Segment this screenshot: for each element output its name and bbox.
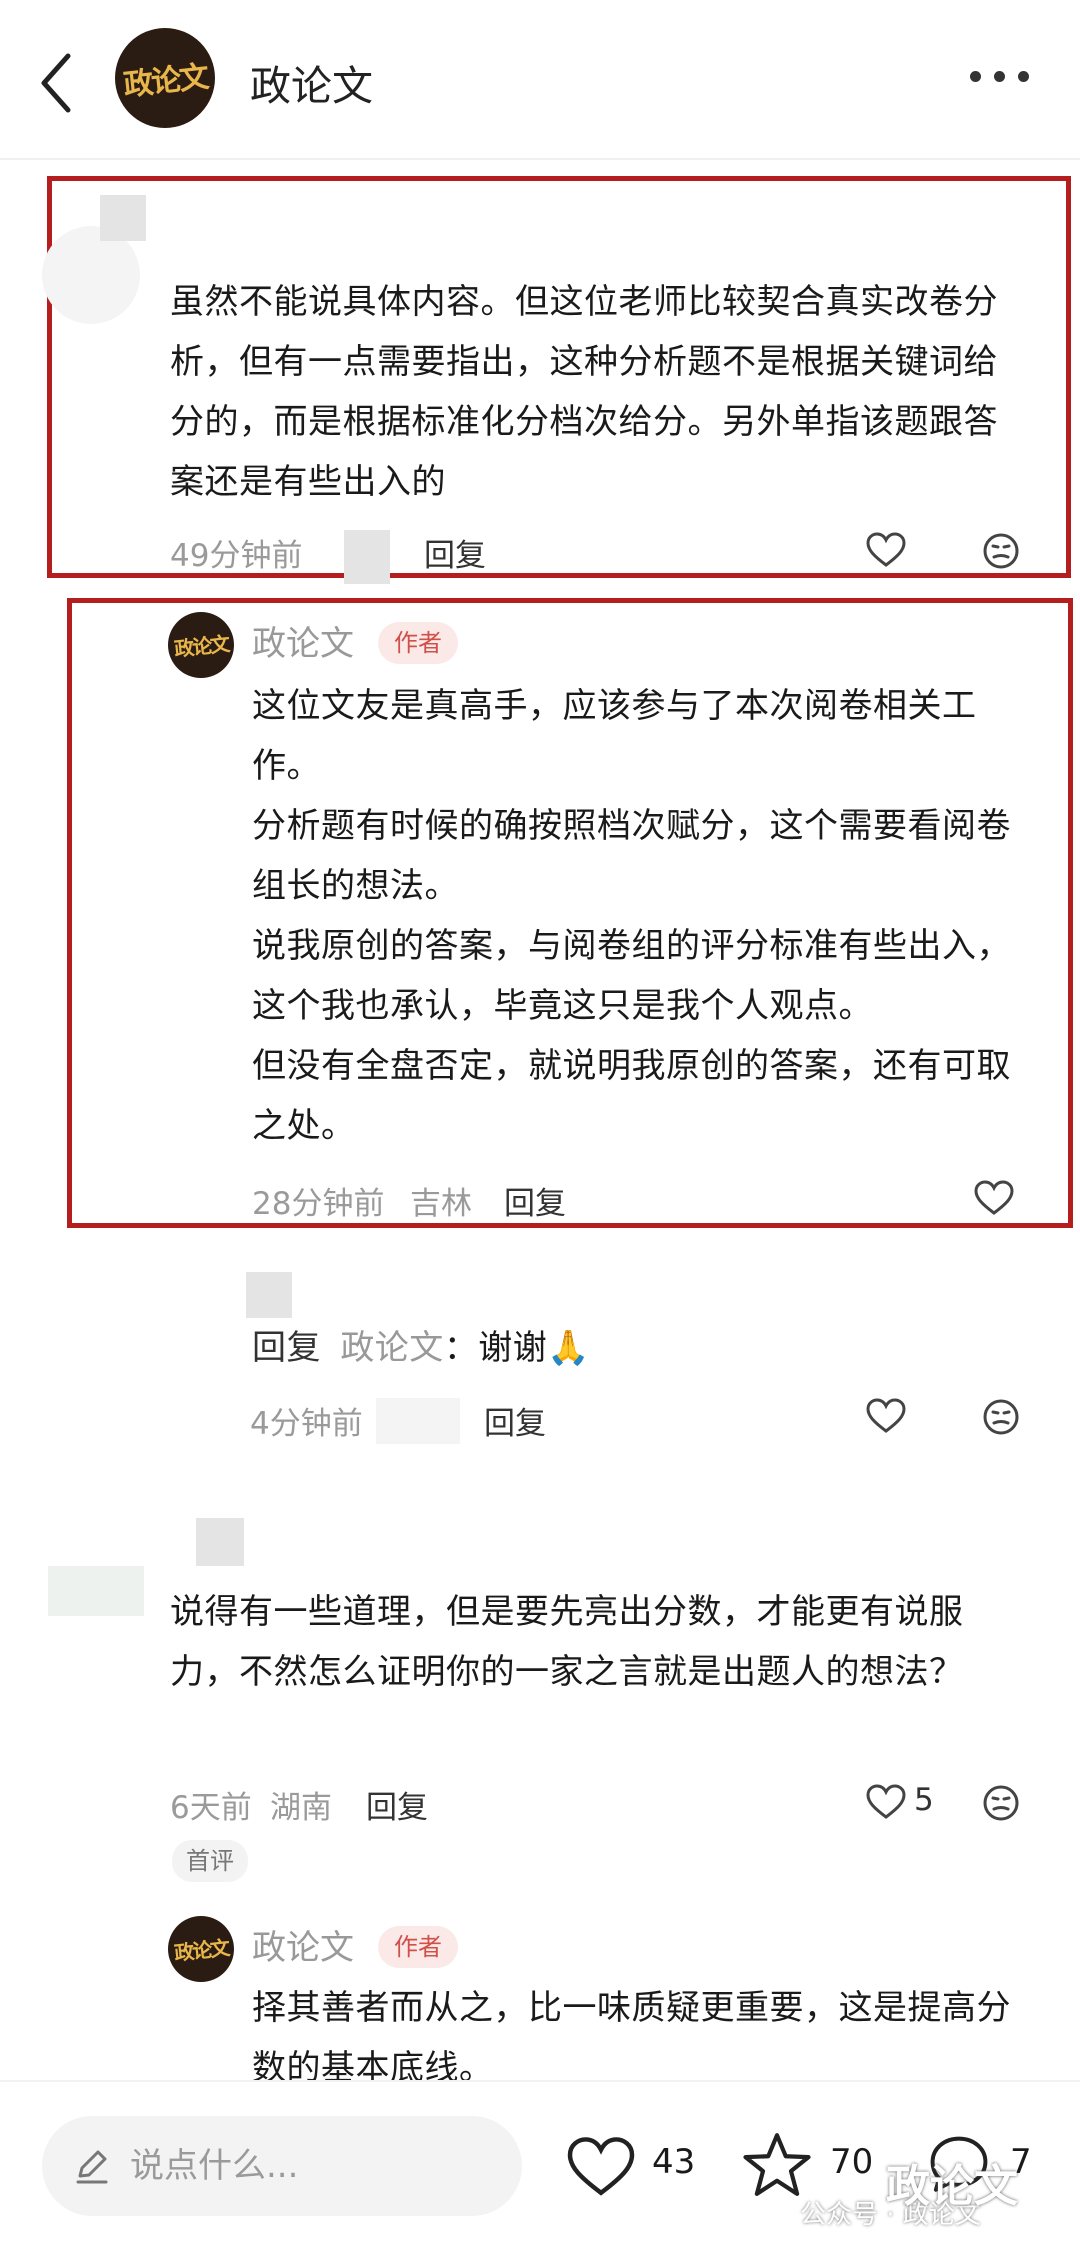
comment-time: 49分钟前 <box>170 538 303 574</box>
heart-icon[interactable] <box>866 532 906 568</box>
meh-face-icon[interactable] <box>982 1784 1020 1822</box>
account-avatar[interactable]: 政论文 <box>115 28 215 128</box>
avatar[interactable] <box>48 1566 144 1616</box>
heart-icon[interactable] <box>974 1180 1014 1216</box>
input-placeholder[interactable]: 说点什么... <box>130 2138 298 2187</box>
heart-icon[interactable] <box>866 1398 906 1434</box>
location-blurred <box>344 530 390 584</box>
comment-line: 这位文友是真高手，应该参与了本次阅卷相关工作。 <box>252 686 977 786</box>
comment-location: 湖南 <box>270 1790 332 1826</box>
comment-location: 吉林 <box>410 1186 472 1222</box>
more-dots-icon[interactable] <box>970 66 1030 86</box>
author-name[interactable]: 政论文 <box>252 616 354 665</box>
heart-icon[interactable] <box>866 1784 906 1820</box>
watermark-logo-text: 政论文 <box>886 2161 1018 2212</box>
meh-face-icon[interactable] <box>982 1398 1020 1436</box>
reply-button[interactable]: 回复 <box>424 530 486 575</box>
comment-line: 但没有全盘否定，就说明我原创的答案，还有可取之处。 <box>252 1046 1011 1146</box>
comment-time: 28分钟前 <box>252 1186 385 1222</box>
reply-button[interactable]: 回复 <box>484 1398 546 1443</box>
comment-text: 这位文友是真高手，应该参与了本次阅卷相关工作。 分析题有时候的确按照档次赋分，这… <box>252 676 1032 1156</box>
page-title: 政论文 <box>250 62 373 110</box>
comment-time: 4分钟前 <box>250 1406 363 1442</box>
avatar-blurred[interactable] <box>246 1272 292 1318</box>
logo-text: 政论文 <box>173 631 230 662</box>
comment-time: 6天前 <box>170 1790 252 1826</box>
author-badge: 作者 <box>378 622 458 664</box>
author-avatar[interactable]: 政论文 <box>168 612 234 678</box>
reply-button[interactable]: 回复 <box>504 1178 566 1223</box>
username-blurred <box>196 1518 244 1566</box>
comment-line: 分析题有时候的确按照档次赋分，这个需要看阅卷组长的想法。 <box>252 806 1011 906</box>
pencil-icon <box>72 2146 112 2186</box>
logo-text: 政论文 <box>121 59 209 104</box>
reply-text: ：谢谢🙏 <box>443 1328 591 1368</box>
reply-button[interactable]: 回复 <box>366 1782 428 1827</box>
like-count: 5 <box>914 1782 934 1818</box>
first-comment-tag: 首评 <box>172 1840 248 1882</box>
back-arrow-icon[interactable] <box>36 48 76 118</box>
username-blurred <box>100 195 146 241</box>
reply-prefix: 回复 <box>252 1328 321 1368</box>
comment-line: 说我原创的答案，与阅卷组的评分标准有些出入，这个我也承认，毕竟这只是我个人观点。 <box>252 926 1011 1026</box>
location-blurred <box>376 1398 460 1444</box>
top-nav-bar: 政论文 政论文 <box>0 0 1080 160</box>
heart-icon[interactable] <box>566 2136 636 2198</box>
reply-to-author[interactable]: 政论文 <box>340 1328 444 1368</box>
star-count: 70 <box>830 2142 874 2182</box>
logo-text: 政论文 <box>173 1935 230 1966</box>
author-avatar[interactable]: 政论文 <box>168 1916 234 1982</box>
like-count: 43 <box>652 2142 696 2182</box>
meh-face-icon[interactable] <box>982 532 1020 570</box>
comment-text: 虽然不能说具体内容。但这位老师比较契合真实改卷分析，但有一点需要指出，这种分析题… <box>170 282 998 502</box>
author-name[interactable]: 政论文 <box>252 1920 354 1969</box>
comment-text: 说得有一些道理，但是要先亮出分数，才能更有说服力，不然怎么证明你的一家之言就是出… <box>170 1592 964 1692</box>
reply-line: 回复 政论文：谢谢🙏 <box>252 1318 1032 1378</box>
author-badge: 作者 <box>378 1926 458 1968</box>
star-icon[interactable] <box>742 2130 812 2200</box>
